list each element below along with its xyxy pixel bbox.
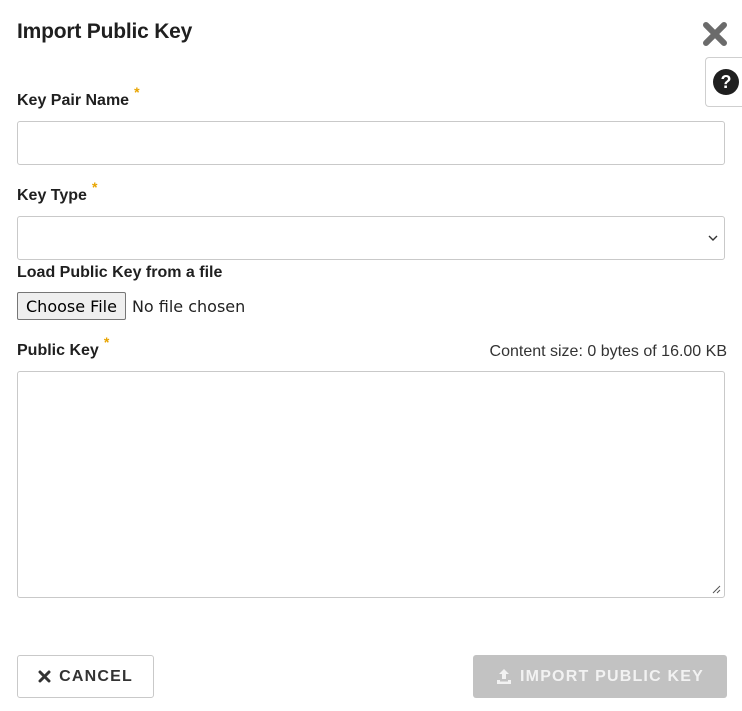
key-type-label: Key Type * <box>17 179 97 205</box>
load-file-label: Load Public Key from a file <box>17 264 223 281</box>
close-icon <box>703 22 727 46</box>
upload-icon <box>497 669 512 684</box>
resize-handle-icon[interactable] <box>712 585 721 594</box>
key-pair-name-input[interactable] <box>17 121 725 165</box>
key-type-label-text: Key Type <box>17 187 87 204</box>
file-status: No file chosen <box>131 296 246 316</box>
content-size-indicator: Content size: 0 bytes of 16.00 KB <box>489 343 727 360</box>
help-button[interactable]: ? <box>705 57 742 107</box>
chevron-down-icon <box>708 235 718 241</box>
public-key-label: Public Key * <box>17 334 109 360</box>
public-key-textarea[interactable] <box>17 371 725 598</box>
required-asterisk: * <box>103 334 110 350</box>
key-pair-name-label: Key Pair Name * <box>17 84 140 110</box>
required-asterisk: * <box>134 84 140 100</box>
key-pair-name-label-text: Key Pair Name <box>17 92 130 109</box>
cancel-button[interactable]: CANCEL <box>17 655 154 698</box>
close-button[interactable] <box>701 20 729 48</box>
required-asterisk: * <box>91 179 98 195</box>
question-circle-icon: ? <box>713 69 739 95</box>
file-input[interactable]: Choose File No file chosen <box>17 291 245 321</box>
svg-text:?: ? <box>721 72 732 92</box>
key-type-select[interactable] <box>17 216 725 260</box>
import-public-key-button[interactable]: IMPORT PUBLIC KEY <box>473 655 727 698</box>
dialog-title: Import Public Key <box>17 20 193 43</box>
choose-file-button[interactable]: Choose File <box>17 292 126 320</box>
cancel-label: CANCEL <box>59 667 133 685</box>
import-label: IMPORT PUBLIC KEY <box>520 667 704 685</box>
public-key-label-text: Public Key <box>17 342 99 359</box>
times-icon <box>38 670 51 683</box>
